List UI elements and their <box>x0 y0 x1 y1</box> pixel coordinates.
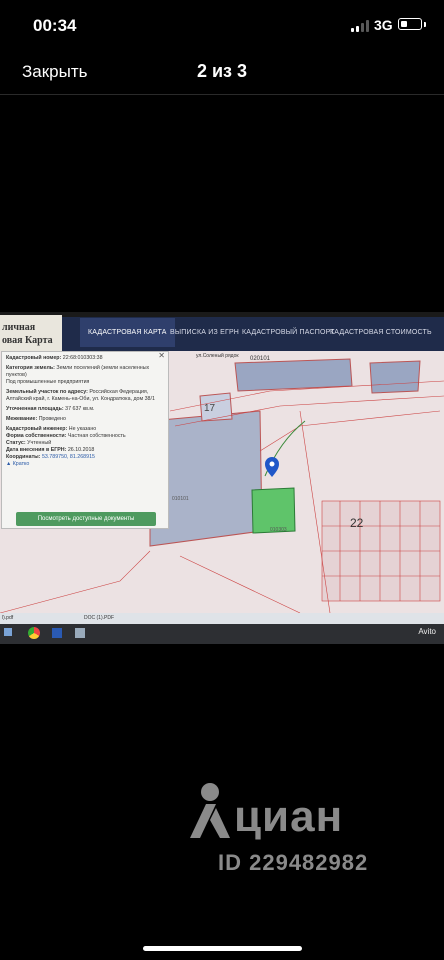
listing-photo[interactable]: личная овая Карта КАДАСТРОВАЯ КАРТА ВЫПИ… <box>0 312 444 644</box>
quarter-label: 010101 <box>172 496 189 502</box>
block-number: 17 <box>204 403 216 414</box>
cadastral-map: ул.Соленый рядок 020101 17 22 010101 010… <box>0 351 444 613</box>
parcel-info-panel: ✕ Кадастровый номер: 22:68:010303:38 Кат… <box>1 351 169 529</box>
listing-id: ID 229482982 <box>218 850 369 875</box>
quarter-label: 010303 <box>270 527 287 533</box>
nav-cadastral-passport: КАДАСТРОВЫЙ ПАСПОРТ <box>242 329 335 336</box>
taskbar: l).pdf DOC (1).PDF Avito <box>0 613 444 644</box>
nav-egrn-extract: ВЫПИСКА ИЗ ЕГРН <box>170 329 240 336</box>
cian-brand: циан <box>234 792 344 841</box>
cian-logo-icon <box>190 783 230 838</box>
nav-cadastral-value: КАДАСТРОВАЯ СТОИМОСТЬ <box>330 329 432 336</box>
site-nav: КАДАСТРОВАЯ КАРТА ВЫПИСКА ИЗ ЕГРН КАДАСТ… <box>62 317 444 351</box>
status-time: 00:34 <box>33 16 77 35</box>
network-type: 3G <box>374 17 393 33</box>
status-bar: 00:34 3G <box>0 0 444 52</box>
map-label: 020101 <box>250 356 271 362</box>
view-documents-button: Посмотреть доступные документы <box>16 512 156 526</box>
photo-counter: 2 из 3 <box>196 61 248 81</box>
close-icon: ✕ <box>158 351 165 360</box>
site-logo: личная овая Карта <box>0 315 62 351</box>
block-number: 22 <box>350 516 364 530</box>
home-indicator[interactable] <box>143 946 302 951</box>
battery-icon <box>398 18 422 30</box>
downloads-bar: l).pdf DOC (1).PDF <box>0 613 444 624</box>
signal-icon <box>351 20 371 32</box>
avito-watermark: Avito <box>418 627 436 636</box>
street-label: ул.Соленый рядок <box>196 353 239 359</box>
nav-cadastral-map: КАДАСТРОВАЯ КАРТА <box>80 318 175 347</box>
viewer-top-bar: Закрыть 2 из 3 <box>0 52 444 95</box>
cian-watermark: циан ID 229482982 <box>180 780 420 880</box>
